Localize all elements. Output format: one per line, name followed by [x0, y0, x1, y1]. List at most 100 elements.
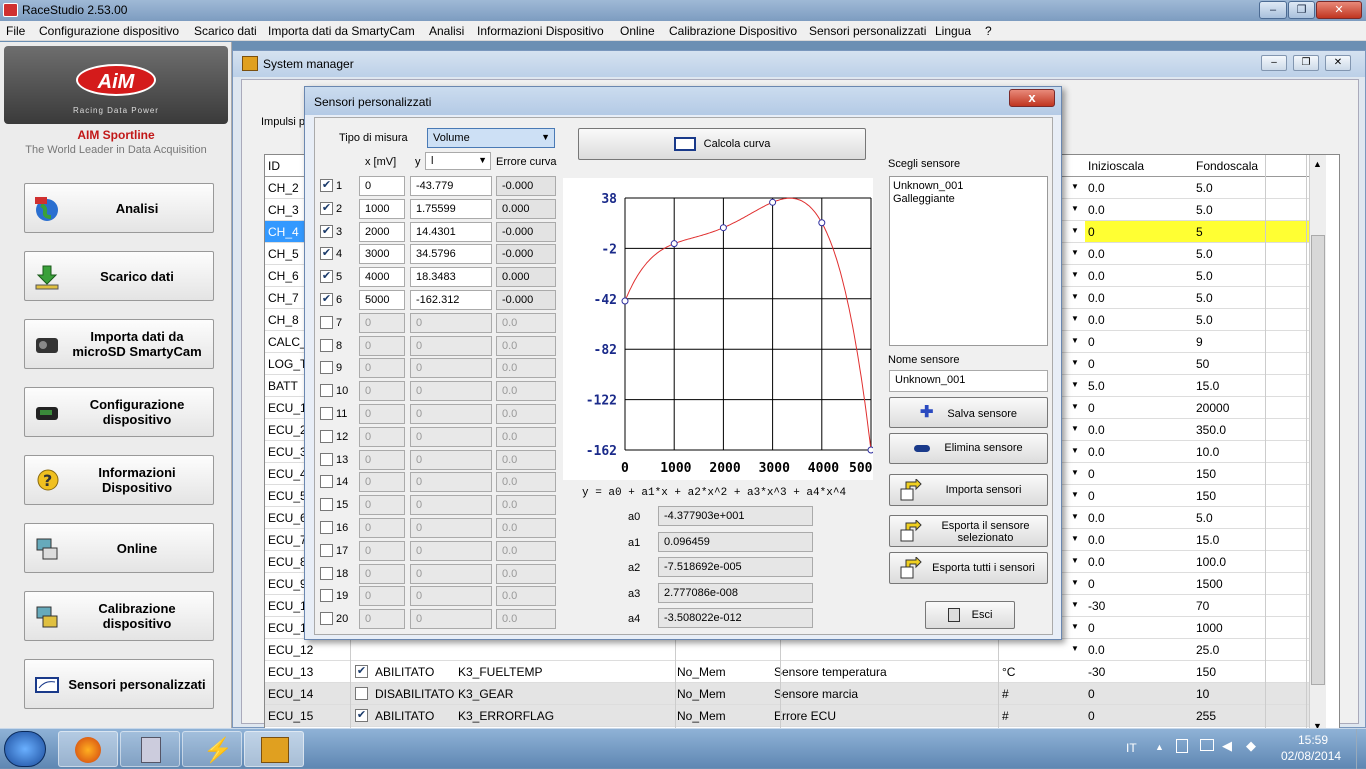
menu-lingua[interactable]: Lingua — [935, 24, 971, 38]
menu-importa[interactable]: Importa dati da SmartyCam — [268, 24, 415, 38]
point-y-input[interactable]: 0 — [410, 518, 492, 538]
cell-fondoscala[interactable]: 5.0 — [1196, 291, 1213, 305]
volume-icon[interactable]: ◀ — [1222, 738, 1232, 754]
sidebar-button-informazioni[interactable]: ? Informazioni Dispositivo — [24, 455, 214, 505]
cell-inizioscala[interactable]: 0.0 — [1088, 533, 1105, 547]
calcola-curva-button[interactable]: Calcola curva — [578, 128, 866, 160]
sm-minimize-icon[interactable]: – — [1261, 55, 1287, 71]
point-checkbox[interactable] — [320, 407, 333, 420]
cell-fondoscala[interactable]: 5.0 — [1196, 203, 1213, 217]
point-x-input[interactable]: 0 — [359, 518, 405, 538]
cell-fondoscala[interactable]: 350.0 — [1196, 423, 1226, 437]
point-checkbox[interactable] — [320, 589, 333, 603]
device-tray-icon[interactable] — [1176, 739, 1188, 753]
cell-inizioscala[interactable]: 0.0 — [1088, 423, 1105, 437]
menu-analisi[interactable]: Analisi — [429, 24, 464, 38]
menu-online[interactable]: Online — [620, 24, 655, 38]
cell-inizioscala[interactable]: 0.0 — [1088, 203, 1105, 217]
esporta-selezionato-button[interactable]: Esporta il sensore selezionato — [889, 515, 1048, 547]
point-x-input[interactable]: 4000 — [359, 267, 405, 288]
point-checkbox[interactable]: ✔ — [320, 224, 333, 238]
clock-time[interactable]: 15:59 — [1298, 733, 1328, 747]
point-checkbox[interactable] — [320, 452, 333, 466]
chevron-down-icon[interactable]: ▼ — [1071, 248, 1079, 257]
cell-fondoscala[interactable]: 20000 — [1196, 401, 1229, 415]
chevron-down-icon[interactable]: ▼ — [1071, 380, 1079, 389]
point-y-input[interactable]: 0 — [410, 426, 492, 447]
point-y-input[interactable]: 0 — [410, 312, 492, 333]
firefox-taskbar-icon[interactable] — [58, 731, 118, 767]
point-y-input[interactable]: -162.312 — [410, 290, 492, 310]
point-x-input[interactable]: 0 — [359, 312, 405, 333]
aim-taskbar-icon[interactable] — [244, 731, 304, 767]
cell-fondoscala[interactable]: 1000 — [1196, 621, 1223, 635]
chevron-down-icon[interactable]: ▼ — [1071, 424, 1079, 433]
point-y-input[interactable]: 0 — [410, 472, 492, 493]
menu-sensori[interactable]: Sensori personalizzati — [809, 24, 926, 38]
cell-fondoscala[interactable]: 50 — [1196, 357, 1209, 371]
point-checkbox[interactable]: ✔ — [320, 201, 333, 215]
point-checkbox[interactable] — [320, 543, 333, 557]
menu-help[interactable]: ? — [985, 24, 992, 38]
point-x-input[interactable]: 0 — [359, 176, 405, 196]
point-y-input[interactable]: 0 — [410, 404, 492, 424]
cell-inizioscala[interactable]: 0.0 — [1088, 555, 1105, 569]
minimize-icon[interactable]: – — [1259, 1, 1287, 19]
chevron-down-icon[interactable]: ▼ — [1071, 358, 1079, 367]
cell-inizioscala[interactable]: 0 — [1088, 467, 1095, 481]
column-header[interactable]: Fondoscala — [1196, 159, 1258, 173]
sidebar-button-sensori[interactable]: Sensori personalizzati — [24, 659, 214, 709]
scroll-up-icon[interactable]: ▲ — [1313, 159, 1322, 169]
cell-inizioscala[interactable]: 0.0 — [1088, 247, 1105, 261]
table-row[interactable]: ECU_13 -30 150 ABILITATO K3_FUELTEMP No_Mem Se… — [265, 661, 1309, 683]
cell-inizioscala[interactable]: 0.0 — [1088, 181, 1105, 195]
point-checkbox[interactable] — [320, 338, 333, 352]
column-header[interactable]: Inizioscala — [1088, 159, 1144, 173]
cell-fondoscala[interactable]: 5.0 — [1196, 313, 1213, 327]
sidebar-button-calibrazione[interactable]: Calibrazione dispositivo — [24, 591, 214, 641]
menu-configurazione[interactable]: Configurazione dispositivo — [39, 24, 179, 38]
table-scrollbar[interactable]: ▲ ▼ — [1309, 155, 1326, 733]
chevron-down-icon[interactable]: ▼ — [1071, 622, 1079, 631]
cell-fondoscala[interactable]: 100.0 — [1196, 555, 1226, 569]
point-x-input[interactable]: 0 — [359, 449, 405, 470]
dropbox-icon[interactable]: ◆ — [1246, 738, 1256, 754]
table-row[interactable]: ECU_14 0 10 DISABILITATO K3_GEAR No_Mem Sensor… — [265, 683, 1309, 705]
cell-inizioscala[interactable]: 0 — [1088, 687, 1095, 701]
point-checkbox[interactable] — [320, 429, 333, 443]
point-x-input[interactable]: 0 — [359, 404, 405, 424]
enable-checkbox[interactable]: ✔ — [355, 709, 368, 722]
point-y-input[interactable]: 0 — [410, 381, 492, 402]
sidebar-button-configurazione[interactable]: Configurazione dispositivo — [24, 387, 214, 437]
show-desktop-button[interactable] — [1356, 729, 1366, 769]
menu-calibrazione[interactable]: Calibrazione Dispositivo — [669, 24, 797, 38]
chevron-down-icon[interactable]: ▼ — [1071, 644, 1079, 653]
chevron-down-icon[interactable]: ▼ — [1071, 446, 1079, 455]
point-y-input[interactable]: 0 — [410, 563, 492, 584]
cell-fondoscala[interactable]: 1500 — [1196, 577, 1223, 591]
point-checkbox[interactable]: ✔ — [320, 179, 333, 192]
list-item[interactable]: Galleggiante — [893, 193, 955, 205]
point-checkbox[interactable] — [320, 361, 333, 375]
point-y-input[interactable]: 1.75599 — [410, 198, 492, 219]
point-y-input[interactable]: 0 — [410, 358, 492, 379]
cell-fondoscala[interactable]: 5.0 — [1196, 269, 1213, 283]
point-x-input[interactable]: 0 — [359, 563, 405, 584]
point-y-input[interactable]: 0 — [410, 335, 492, 356]
point-x-input[interactable]: 1000 — [359, 198, 405, 219]
list-item[interactable]: Unknown_001 — [893, 180, 963, 192]
cell-fondoscala[interactable]: 5.0 — [1196, 511, 1213, 525]
chevron-down-icon[interactable]: ▼ — [1071, 402, 1079, 411]
point-checkbox[interactable] — [320, 521, 333, 534]
point-checkbox[interactable]: ✔ — [320, 293, 333, 306]
enable-checkbox[interactable]: ✔ — [355, 665, 368, 678]
sm-restore-icon[interactable]: ❐ — [1293, 55, 1319, 71]
cell-fondoscala[interactable]: 15.0 — [1196, 533, 1219, 547]
table-row[interactable]: ECU_15 0 255 ABILITATO K3_ERRORFLAG No_Mem Err… — [265, 705, 1309, 727]
chevron-down-icon[interactable]: ▼ — [1071, 336, 1079, 345]
cell-inizioscala[interactable]: -30 — [1088, 665, 1105, 679]
scroll-thumb[interactable] — [1311, 235, 1325, 685]
cell-fondoscala[interactable]: 15.0 — [1196, 379, 1219, 393]
cell-inizioscala[interactable]: 0 — [1088, 489, 1095, 503]
chevron-down-icon[interactable]: ▼ — [1071, 226, 1079, 235]
